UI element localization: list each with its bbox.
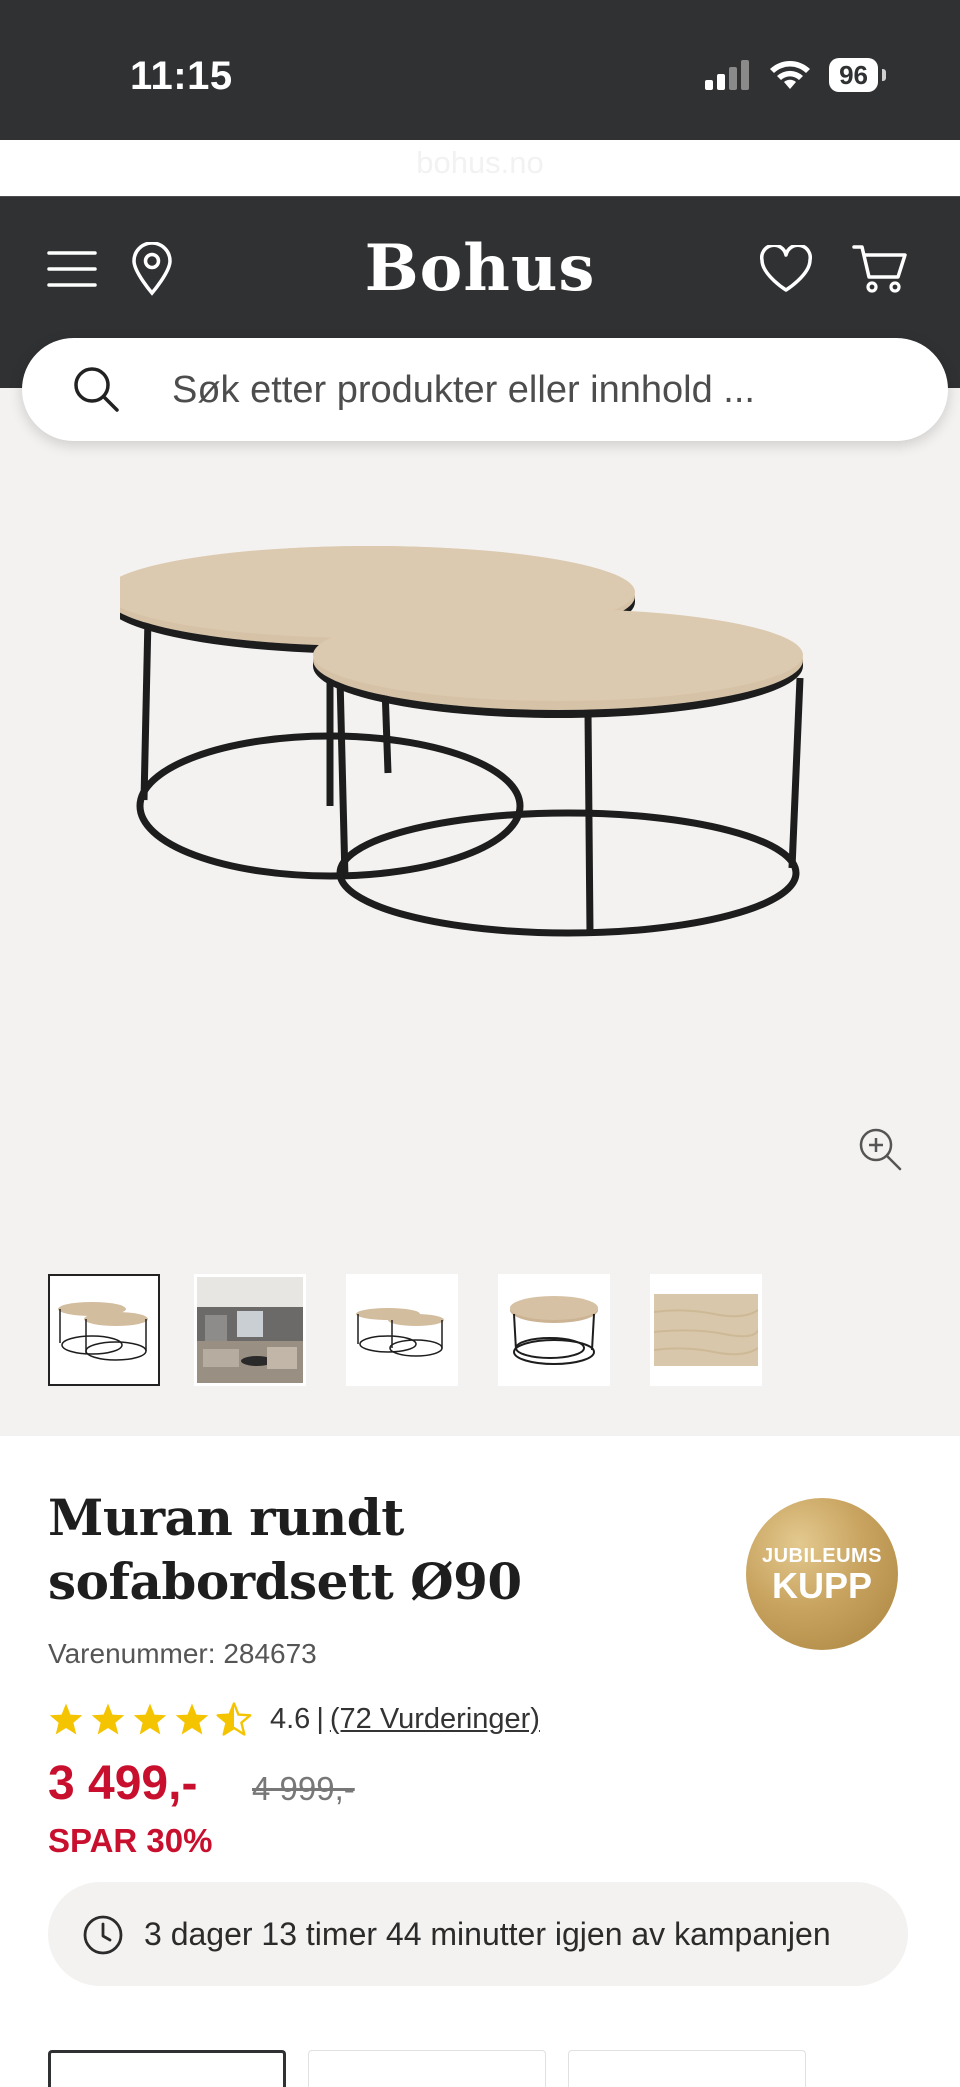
cart-icon: [852, 245, 907, 293]
signal-icon: [705, 60, 750, 90]
discount-label: SPAR 30%: [48, 1822, 213, 1859]
clock-icon: [83, 1915, 123, 1955]
thumbnail-image: [356, 1308, 444, 1357]
original-price: 4 999,-: [252, 1770, 355, 1807]
reviews-link[interactable]: (72 Vurderinger): [330, 1703, 540, 1736]
search-input[interactable]: [172, 360, 912, 420]
product-rating: 4.6 | (72 Vurderinger): [48, 1702, 540, 1736]
status-bar: 11:15 96 bohus.no: [0, 0, 960, 180]
thumbnail-4[interactable]: [498, 1274, 610, 1386]
thumbnail-2[interactable]: [194, 1274, 306, 1386]
rating-stars: [48, 1702, 252, 1736]
wifi-icon: [770, 61, 811, 89]
product-main-image[interactable]: [120, 538, 840, 1018]
search-icon[interactable]: [72, 365, 120, 413]
variant-selector: [48, 2050, 806, 2087]
product-info: Muran rundt sofabordsett Ø90 Varenummer:…: [0, 1436, 960, 2087]
zoom-in-icon: [859, 1128, 902, 1171]
variant-option-3[interactable]: [568, 2050, 806, 2087]
product-gallery: [0, 388, 960, 1436]
thumbnail-image: [197, 1277, 303, 1383]
thumbnail-5[interactable]: [650, 1274, 762, 1386]
cart-button[interactable]: [848, 237, 912, 301]
battery-indicator: 96: [829, 58, 886, 92]
status-icons: 96: [705, 58, 886, 92]
thumbnail-image: [654, 1294, 758, 1366]
thumbnail-strip: [48, 1274, 762, 1386]
zoom-button[interactable]: [857, 1126, 909, 1178]
rating-value: 4.6: [270, 1702, 311, 1735]
thumbnail-image: [58, 1302, 148, 1361]
jubileums-kupp-badge: JUBILEUMS KUPP: [746, 1498, 898, 1650]
star-icon: [91, 1703, 125, 1735]
heart-icon: [760, 245, 812, 292]
star-icon: [175, 1703, 209, 1735]
url-bar[interactable]: bohus.no: [0, 145, 960, 181]
status-time: 11:15: [130, 54, 233, 98]
rating-separator: |: [316, 1702, 324, 1735]
thumbnail-3[interactable]: [346, 1274, 458, 1386]
variant-option-2[interactable]: [308, 2050, 546, 2087]
product-sku: Varenummer: 284673: [48, 1638, 317, 1669]
thumbnail-1[interactable]: [48, 1274, 160, 1386]
campaign-text: 3 dager 13 timer 44 minutter igjen av ka…: [144, 1916, 831, 1952]
half-star-icon: [216, 1702, 252, 1736]
badge-bottom-text: KUPP: [771, 1564, 873, 1606]
star-icon: [49, 1703, 83, 1735]
thumbnail-image: [510, 1296, 598, 1365]
campaign-countdown: 3 dager 13 timer 44 minutter igjen av ka…: [48, 1882, 908, 1986]
current-price: 3 499,-: [48, 1757, 198, 1810]
variant-option-1[interactable]: [48, 2050, 286, 2087]
search-bar: [22, 338, 948, 441]
product-title: Muran rundt sofabordsett Ø90: [48, 1488, 522, 1611]
star-icon: [133, 1703, 167, 1735]
wishlist-button[interactable]: [754, 237, 818, 301]
